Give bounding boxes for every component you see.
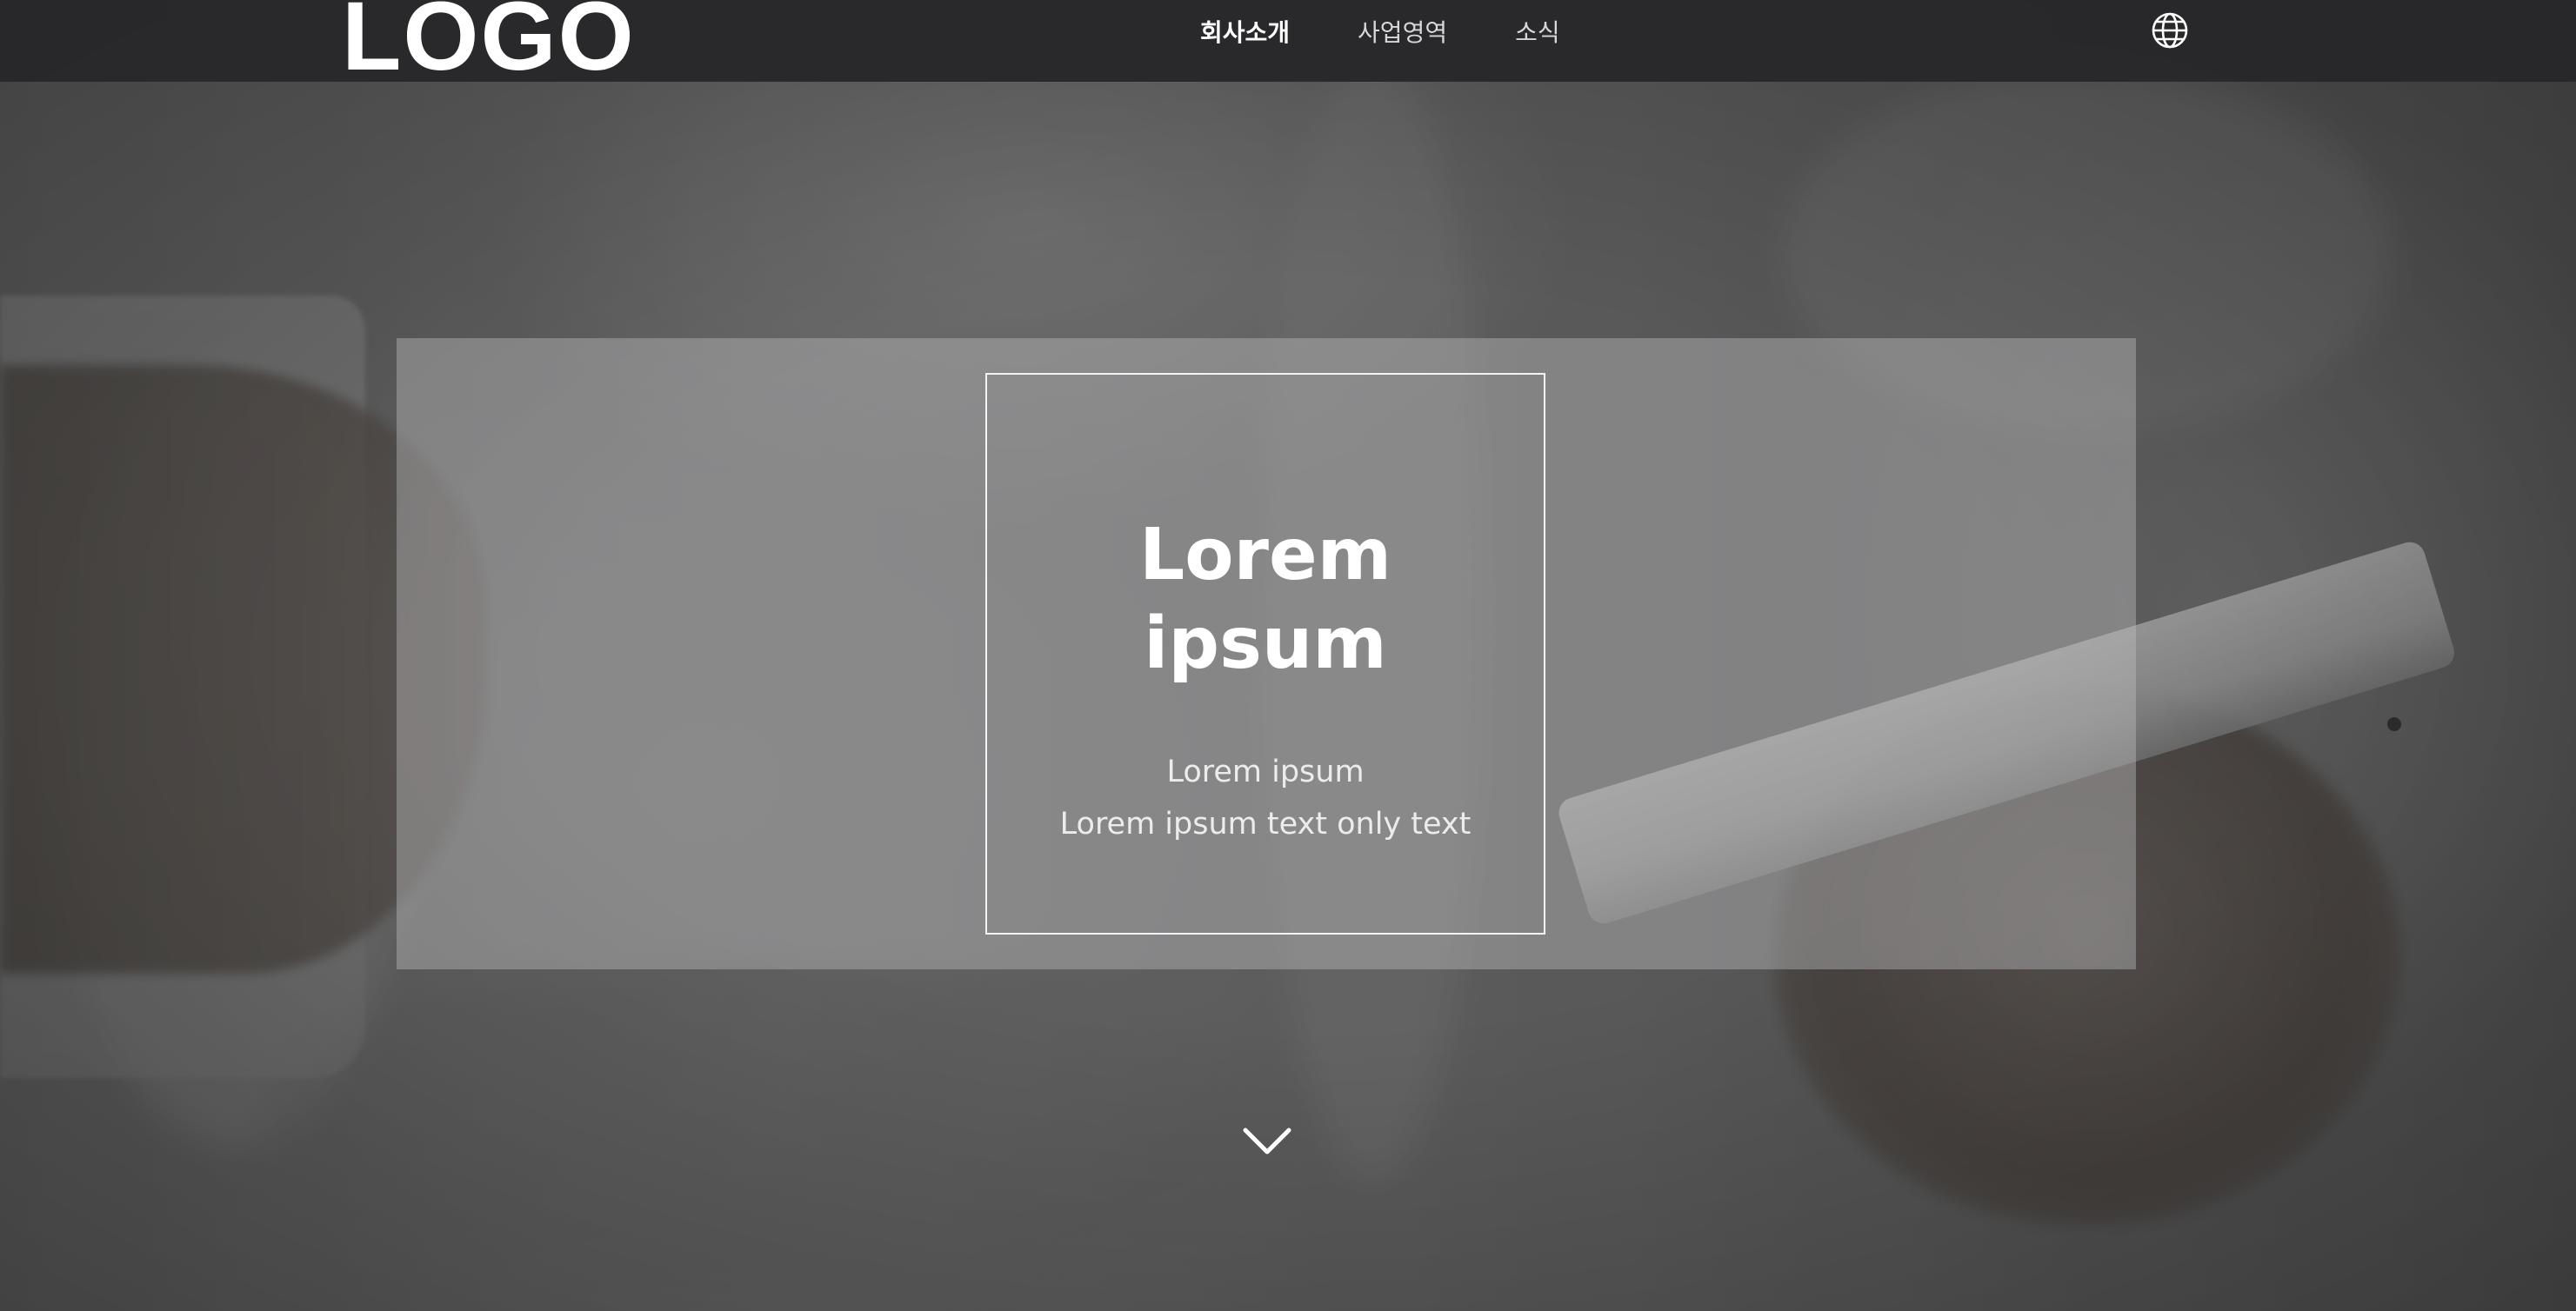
nav-item-company-intro[interactable]: 회사소개 xyxy=(1200,14,1290,49)
hero-subtitle: Lorem ipsum Lorem ipsum text only text xyxy=(985,746,1545,850)
globe-icon[interactable] xyxy=(2150,10,2190,50)
nav-item-business-area[interactable]: 사업영역 xyxy=(1358,14,1447,49)
site-logo[interactable]: LOGO xyxy=(342,0,636,85)
hero-subtitle-line2: Lorem ipsum text only text xyxy=(1059,807,1472,842)
hero-title-line2: ipsum xyxy=(1144,602,1387,685)
chevron-down-icon[interactable] xyxy=(1242,1126,1292,1157)
main-nav: 회사소개 사업영역 소식 xyxy=(1200,0,1628,63)
site-header: LOGO 회사소개 사업영역 소식 xyxy=(0,0,2576,85)
nav-item-news[interactable]: 소식 xyxy=(1515,14,1560,49)
page: LOGO 회사소개 사업영역 소식 Lorem ipsum Lorem ipsu… xyxy=(0,0,2576,1311)
hero-title-line1: Lorem xyxy=(1138,514,1392,596)
hero-title: Lorem ipsum xyxy=(985,511,1545,689)
hero-subtitle-line1: Lorem ipsum xyxy=(1166,755,1365,789)
